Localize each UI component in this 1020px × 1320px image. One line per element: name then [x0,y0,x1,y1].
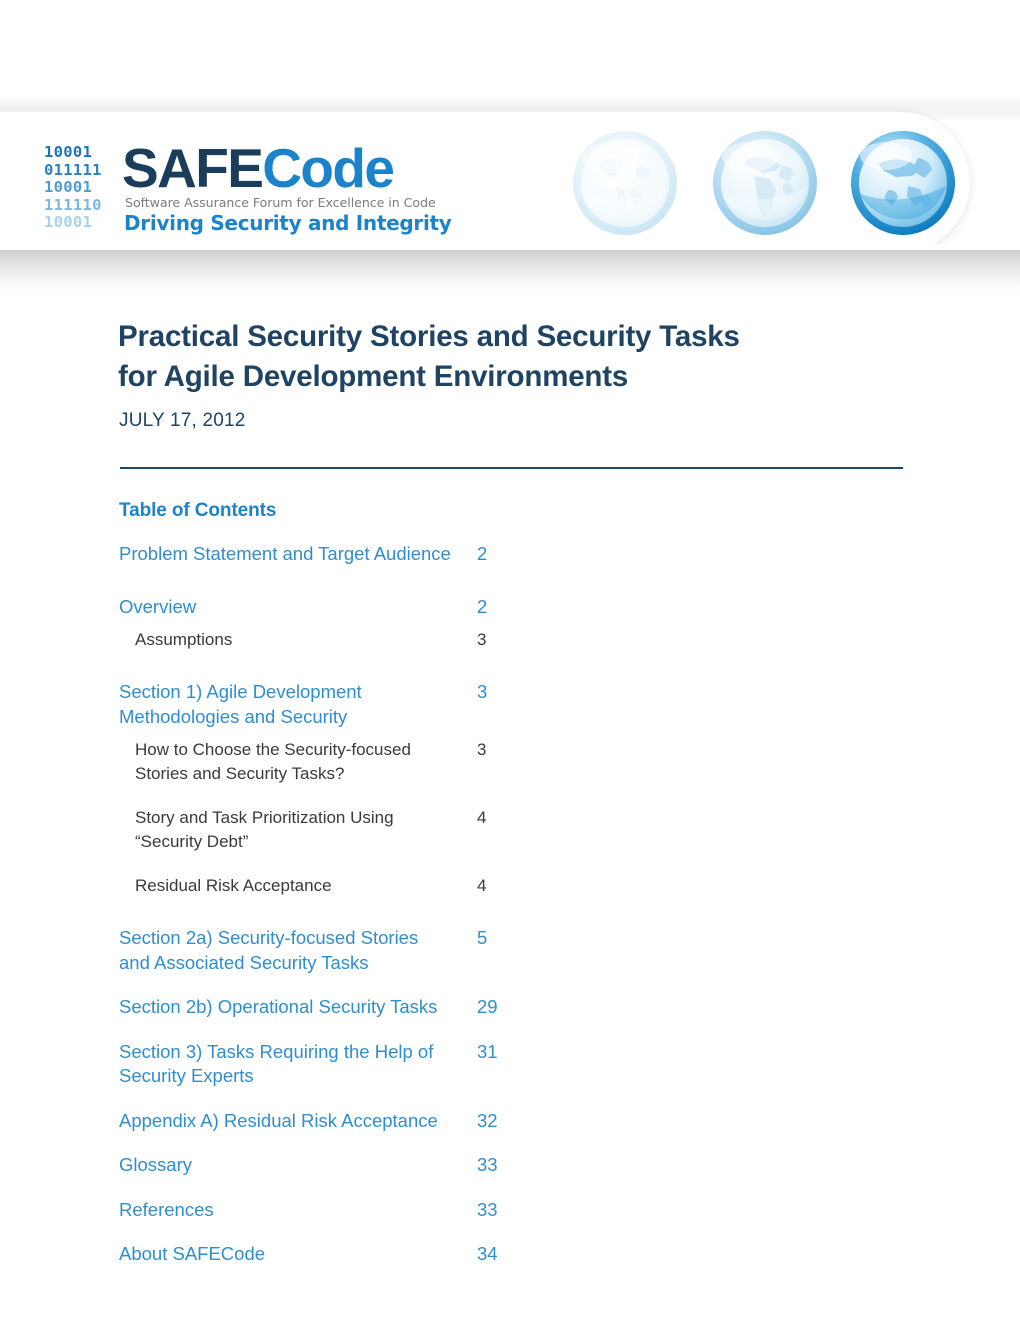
page-header-banner: 10001 011111 10001 111110 10001 SAFECode… [0,0,1020,292]
toc-entry-label: References [119,1198,214,1220]
toc-entry-label: Overview [119,595,197,617]
safecode-logo: 10001 011111 10001 111110 10001 SAFECode… [44,137,452,240]
toc-entry[interactable]: Residual Risk Acceptance 4 [119,874,539,898]
toc-entry-label: Glossary [119,1154,192,1175]
toc-entry[interactable]: Story and Task Prioritization Using “Secu… [119,806,539,854]
toc-entry-label: Section 2a) Security-focused Stories and … [119,927,419,973]
toc-entry[interactable]: Section 2a) Security-focused Stories and … [119,926,539,975]
title-divider [120,467,903,469]
toc-entry[interactable]: Glossary 33 [119,1153,539,1178]
binary-pattern-icon: 10001 011111 10001 111110 10001 [44,143,120,232]
toc-entry[interactable]: Appendix A) Residual Risk Acceptance 32 [119,1109,539,1134]
header-bottom-shade [0,250,1020,292]
page-title-line-2: for Agile Development Environments [118,360,629,393]
globe-americas-icon [570,128,680,238]
binary-row-1: 10001 [44,143,93,161]
logo-wordmark-safe: SAFE [122,137,264,199]
toc-entry-page-number: 34 [477,1243,498,1264]
toc-heading: Table of Contents [119,500,277,521]
logo-wordmark: SAFECode [122,137,395,199]
toc-entry-label: Section 1) Agile Development Methodologie… [119,681,362,727]
table-of-contents: Table of Contents Problem Statement and … [119,500,539,1287]
toc-entry[interactable]: Section 1) Agile Development Methodologie… [119,680,539,729]
toc-entry-label: How to Choose the Security-focused Storie… [135,740,411,783]
toc-entry[interactable]: Section 2b) Operational Security Tasks 29 [119,995,539,1020]
toc-entry-page-number: 3 [477,740,487,759]
logo-tagline-main: Driving Security and Integrity [124,211,452,235]
toc-entry-label: Appendix A) Residual Risk Acceptance [119,1109,438,1131]
toc-entry-page-number: 33 [477,1198,498,1220]
toc-entry-page-number: 4 [477,876,487,895]
page-title-line-1: Practical Security Stories and Security … [118,320,740,353]
toc-entry-page-number: 5 [477,927,488,948]
toc-entry[interactable]: Overview 2 [119,595,539,620]
binary-row-4: 111110 [44,195,102,214]
toc-entry-label: Section 3) Tasks Requiring the Help of Se… [119,1040,434,1087]
toc-entry-page-number: 2 [477,595,488,617]
toc-entry[interactable]: References 33 [119,1198,539,1223]
binary-row-5: 10001 [44,213,93,232]
toc-entry[interactable]: How to Choose the Security-focused Storie… [119,738,539,786]
binary-row-2: 011111 [44,160,102,179]
toc-entry-page-number: 33 [477,1154,498,1175]
toc-entry-label: About SAFECode [119,1243,266,1264]
toc-entry-page-number: 4 [477,808,487,827]
toc-entry[interactable]: Section 3) Tasks Requiring the Help of Se… [119,1040,539,1089]
toc-entry-page-number: 31 [477,1040,498,1062]
logo-wordmark-code: Code [262,137,395,199]
toc-entry-label: Story and Task Prioritization Using “Secu… [135,808,394,851]
toc-entry-label: Assumptions [135,630,233,649]
toc-list: Problem Statement and Target Audience 2 Ov… [119,542,539,1267]
globe-row [570,128,970,240]
toc-entry-page-number: 3 [477,681,488,702]
page-title: Practical Security Stories and Security … [118,317,908,397]
globe-asia-pacific-icon [848,128,958,238]
toc-entry[interactable]: About SAFECode 34 [119,1242,539,1267]
toc-entry-page-number: 32 [477,1109,498,1131]
toc-entry-label: Problem Statement and Target Audience [119,543,451,564]
toc-entry-page-number: 3 [477,630,487,649]
publication-date: JULY 17, 2012 [119,410,246,431]
toc-entry[interactable]: Problem Statement and Target Audience 2 [119,542,539,567]
logo-tagline-top: Software Assurance Forum for Excellence … [125,195,436,210]
globe-europe-africa-icon [710,128,820,238]
toc-entry[interactable]: Assumptions 3 [119,628,539,652]
toc-entry-page-number: 2 [477,543,488,564]
binary-row-3: 10001 [44,178,93,197]
toc-entry-page-number: 29 [477,996,498,1017]
toc-entry-label: Residual Risk Acceptance [135,876,332,895]
toc-entry-label: Section 2b) Operational Security Tasks [119,996,438,1017]
